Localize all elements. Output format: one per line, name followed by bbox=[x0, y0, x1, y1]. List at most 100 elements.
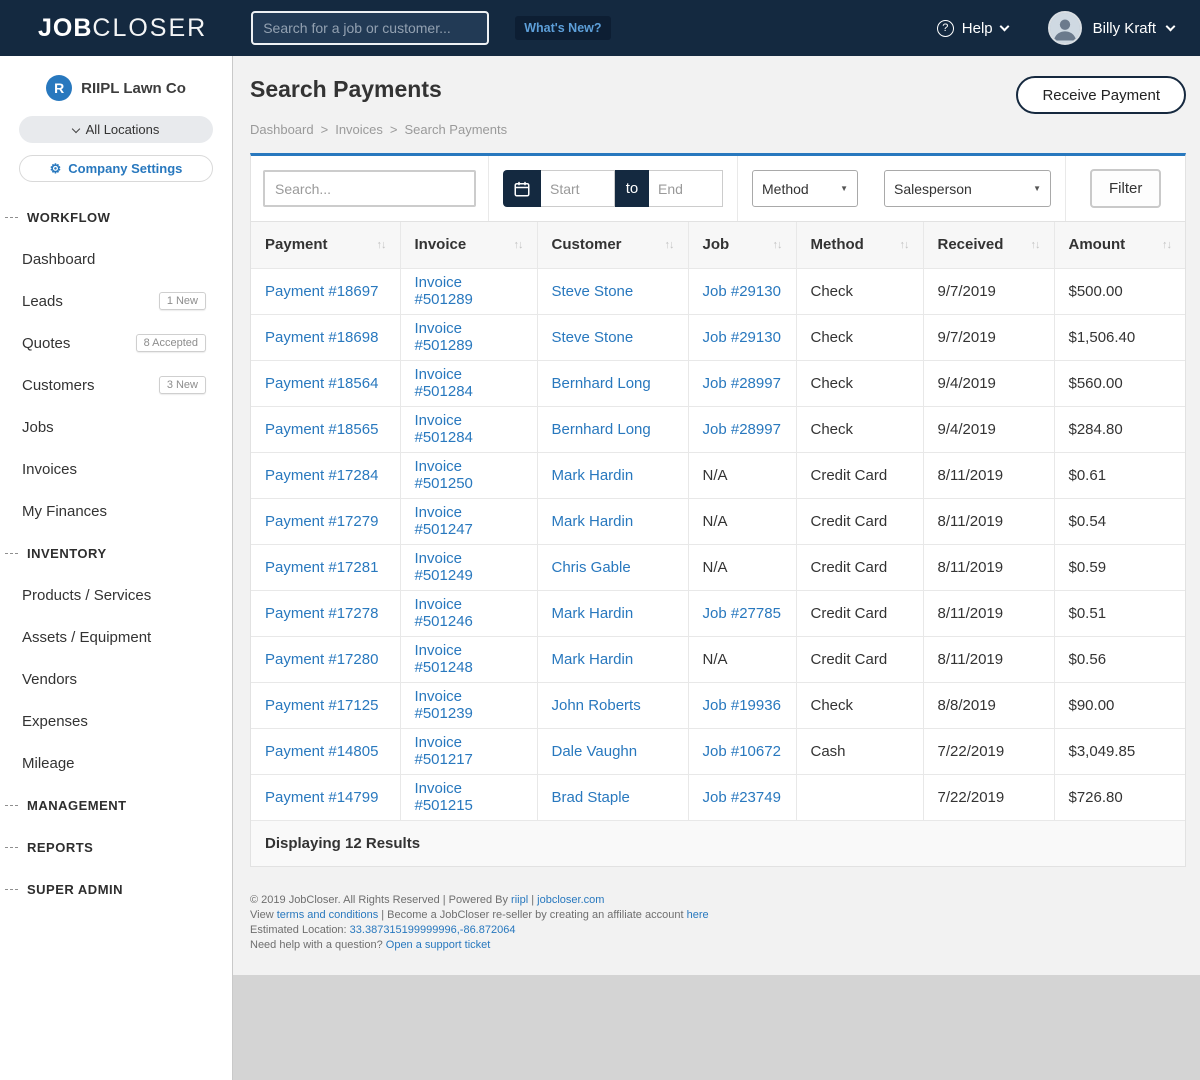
table-search-input[interactable] bbox=[263, 170, 476, 207]
column-header-customer[interactable]: Customer↑↓ bbox=[537, 222, 688, 268]
invoice-link[interactable]: Invoice #501248 bbox=[415, 642, 473, 676]
sidebar-item-quotes[interactable]: Quotes8 Accepted bbox=[0, 322, 232, 364]
footer-link[interactable]: 33.387315199999996,-86.872064 bbox=[350, 924, 516, 936]
customer-link[interactable]: Mark Hardin bbox=[552, 651, 634, 668]
customer-link[interactable]: John Roberts bbox=[552, 697, 641, 714]
customer-link[interactable]: Mark Hardin bbox=[552, 513, 634, 530]
invoice-link[interactable]: Invoice #501289 bbox=[415, 320, 473, 354]
calendar-button[interactable] bbox=[503, 170, 541, 207]
customer-link[interactable]: Bernhard Long bbox=[552, 375, 651, 392]
invoice-link[interactable]: Invoice #501247 bbox=[415, 504, 473, 538]
salesperson-select[interactable]: Salesperson ▼ bbox=[884, 170, 1051, 207]
job-link[interactable]: Job #27785 bbox=[703, 605, 781, 622]
column-header-invoice[interactable]: Invoice↑↓ bbox=[400, 222, 537, 268]
job-link[interactable]: Job #23749 bbox=[703, 789, 781, 806]
sidebar-item-vendors[interactable]: Vendors bbox=[0, 658, 232, 700]
invoice-cell: Invoice #501248 bbox=[400, 636, 537, 682]
column-header-method[interactable]: Method↑↓ bbox=[796, 222, 923, 268]
sidebar-item-expenses[interactable]: Expenses bbox=[0, 700, 232, 742]
company-logo: R bbox=[46, 75, 72, 101]
customer-link[interactable]: Mark Hardin bbox=[552, 605, 634, 622]
chevron-down-icon bbox=[1166, 21, 1176, 31]
help-menu[interactable]: ? Help bbox=[937, 20, 1008, 37]
logo[interactable]: JOBCLOSER bbox=[38, 14, 207, 43]
customer-link[interactable]: Mark Hardin bbox=[552, 467, 634, 484]
section-dash-icon bbox=[5, 553, 18, 554]
payment-cell: Payment #17280 bbox=[251, 636, 400, 682]
sidebar-item-products-services[interactable]: Products / Services bbox=[0, 574, 232, 616]
global-search-input[interactable] bbox=[251, 11, 489, 45]
invoice-link[interactable]: Invoice #501249 bbox=[415, 550, 473, 584]
customer-link[interactable]: Chris Gable bbox=[552, 559, 631, 576]
end-date-input[interactable] bbox=[649, 170, 723, 207]
payment-link[interactable]: Payment #17125 bbox=[265, 697, 378, 714]
job-link[interactable]: Job #29130 bbox=[703, 283, 781, 300]
sidebar-item-customers[interactable]: Customers3 New bbox=[0, 364, 232, 406]
breadcrumb-item[interactable]: Invoices bbox=[335, 122, 383, 137]
whats-new-button[interactable]: What's New? bbox=[515, 16, 610, 40]
invoice-link[interactable]: Invoice #501284 bbox=[415, 412, 473, 446]
sidebar-item-leads[interactable]: Leads1 New bbox=[0, 280, 232, 322]
payment-link[interactable]: Payment #18564 bbox=[265, 375, 378, 392]
sidebar-item-mileage[interactable]: Mileage bbox=[0, 742, 232, 784]
customer-link[interactable]: Brad Staple bbox=[552, 789, 630, 806]
sidebar-item-label: Vendors bbox=[22, 671, 77, 688]
column-label: Amount bbox=[1069, 236, 1126, 253]
sidebar-item-label: Customers bbox=[22, 377, 95, 394]
payment-link[interactable]: Payment #18698 bbox=[265, 329, 378, 346]
job-link[interactable]: Job #28997 bbox=[703, 375, 781, 392]
payment-link[interactable]: Payment #14799 bbox=[265, 789, 378, 806]
payment-link[interactable]: Payment #18697 bbox=[265, 283, 378, 300]
payment-link[interactable]: Payment #14805 bbox=[265, 743, 378, 760]
payment-link[interactable]: Payment #17284 bbox=[265, 467, 378, 484]
footer-text: Need help with a question? bbox=[250, 939, 386, 951]
job-link[interactable]: Job #28997 bbox=[703, 421, 781, 438]
customer-link[interactable]: Bernhard Long bbox=[552, 421, 651, 438]
job-link[interactable]: Job #10672 bbox=[703, 743, 781, 760]
sidebar-item-my-finances[interactable]: My Finances bbox=[0, 490, 232, 532]
payment-link[interactable]: Payment #17278 bbox=[265, 605, 378, 622]
footer-link[interactable]: here bbox=[687, 909, 709, 921]
invoice-link[interactable]: Invoice #501284 bbox=[415, 366, 473, 400]
sidebar-item-invoices[interactable]: Invoices bbox=[0, 448, 232, 490]
column-header-payment[interactable]: Payment↑↓ bbox=[251, 222, 400, 268]
invoice-link[interactable]: Invoice #501239 bbox=[415, 688, 473, 722]
invoice-link[interactable]: Invoice #501250 bbox=[415, 458, 473, 492]
breadcrumb-item[interactable]: Dashboard bbox=[250, 122, 314, 137]
invoice-link[interactable]: Invoice #501289 bbox=[415, 274, 473, 308]
received-cell: 8/8/2019 bbox=[923, 682, 1054, 728]
section-dash-icon bbox=[5, 805, 18, 806]
locations-dropdown[interactable]: All Locations bbox=[19, 116, 213, 143]
job-link[interactable]: Job #19936 bbox=[703, 697, 781, 714]
company-settings-button[interactable]: ⚙ Company Settings bbox=[19, 155, 213, 182]
customer-link[interactable]: Dale Vaughn bbox=[552, 743, 638, 760]
footer-link[interactable]: riipl bbox=[511, 894, 528, 906]
user-menu[interactable]: Billy Kraft bbox=[1048, 11, 1174, 45]
footer-link[interactable]: terms and conditions bbox=[277, 909, 379, 921]
job-link[interactable]: Job #29130 bbox=[703, 329, 781, 346]
payment-link[interactable]: Payment #17280 bbox=[265, 651, 378, 668]
customer-link[interactable]: Steve Stone bbox=[552, 329, 634, 346]
receive-payment-button[interactable]: Receive Payment bbox=[1016, 76, 1186, 114]
column-header-amount[interactable]: Amount↑↓ bbox=[1054, 222, 1185, 268]
method-select[interactable]: Method ▼ bbox=[752, 170, 858, 207]
payment-link[interactable]: Payment #17279 bbox=[265, 513, 378, 530]
invoice-link[interactable]: Invoice #501215 bbox=[415, 780, 473, 814]
payment-cell: Payment #14799 bbox=[251, 774, 400, 820]
sidebar-item-assets-equipment[interactable]: Assets / Equipment bbox=[0, 616, 232, 658]
column-header-job[interactable]: Job↑↓ bbox=[688, 222, 796, 268]
sidebar-item-dashboard[interactable]: Dashboard bbox=[0, 238, 232, 280]
footer-link[interactable]: Open a support ticket bbox=[386, 939, 491, 951]
filter-button[interactable]: Filter bbox=[1090, 169, 1161, 208]
start-date-input[interactable] bbox=[541, 170, 615, 207]
customer-cell: Mark Hardin bbox=[537, 636, 688, 682]
footer-link[interactable]: jobcloser.com bbox=[537, 894, 604, 906]
sidebar-item-jobs[interactable]: Jobs bbox=[0, 406, 232, 448]
column-header-received[interactable]: Received↑↓ bbox=[923, 222, 1054, 268]
payment-link[interactable]: Payment #18565 bbox=[265, 421, 378, 438]
payment-link[interactable]: Payment #17281 bbox=[265, 559, 378, 576]
customer-link[interactable]: Steve Stone bbox=[552, 283, 634, 300]
invoice-link[interactable]: Invoice #501217 bbox=[415, 734, 473, 768]
company-selector[interactable]: R RIIPL Lawn Co bbox=[0, 72, 232, 104]
invoice-link[interactable]: Invoice #501246 bbox=[415, 596, 473, 630]
